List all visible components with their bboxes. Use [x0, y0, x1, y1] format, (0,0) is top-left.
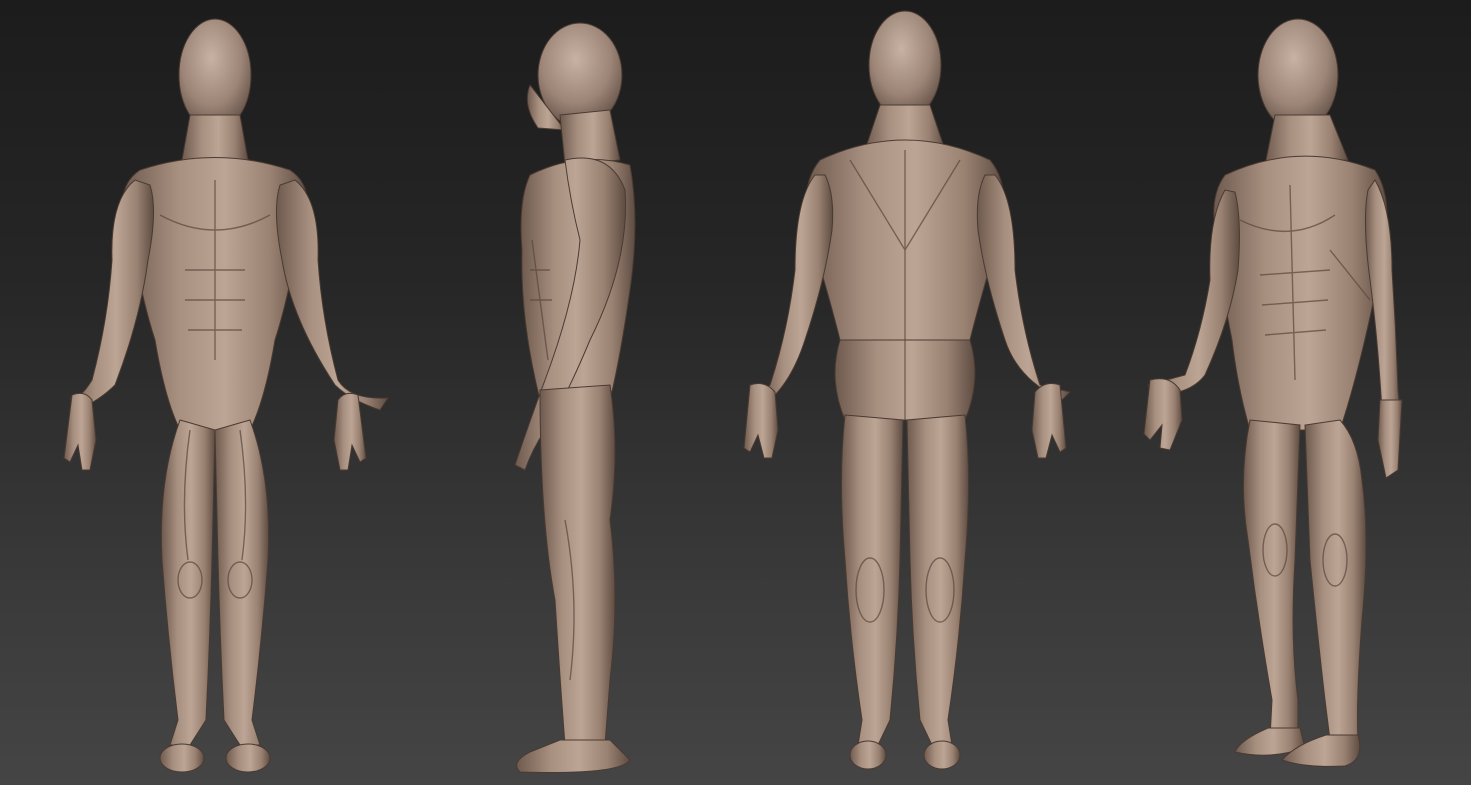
side-view-svg — [514, 22, 636, 773]
back-view-svg — [743, 10, 1071, 770]
front-view-figure — [30, 0, 400, 785]
side-view-figure — [470, 0, 690, 785]
back-view-figure — [740, 0, 1080, 785]
viewport — [0, 0, 1471, 785]
front-view-svg — [63, 18, 389, 773]
three-quarter-view-svg — [1143, 18, 1403, 767]
three-quarter-view-figure — [1130, 0, 1420, 785]
